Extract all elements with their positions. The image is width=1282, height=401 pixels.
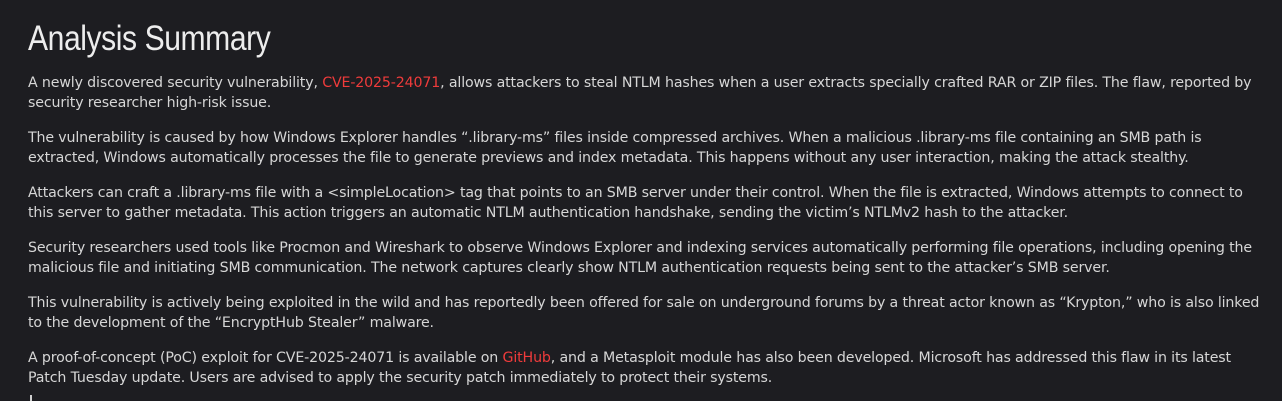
paragraph-exploitation: This vulnerability is actively being exp… (28, 295, 1260, 331)
paragraph-cause: The vulnerability is caused by how Windo… (28, 130, 1202, 166)
article-section: Analysis Summary A newly discovered secu… (0, 0, 1282, 388)
cve-link[interactable]: CVE-2025-24071 (322, 75, 440, 91)
page-title: Analysis Summary (28, 19, 271, 58)
paragraph-poc-text-start: A proof-of-concept (PoC) exploit for CVE… (28, 350, 503, 366)
paragraph-poc: A proof-of-concept (PoC) exploit for CVE… (28, 348, 1264, 388)
text-cursor-icon (30, 395, 32, 401)
paragraph-intro: A newly discovered security vulnerabilit… (28, 73, 1264, 113)
paragraph-intro-text-start: A newly discovered security vulnerabilit… (28, 75, 323, 91)
paragraph-attack: Attackers can craft a .library-ms file w… (28, 185, 1243, 221)
github-link[interactable]: GitHub (503, 350, 551, 366)
paragraph-research: Security researchers used tools like Pro… (28, 240, 1252, 276)
